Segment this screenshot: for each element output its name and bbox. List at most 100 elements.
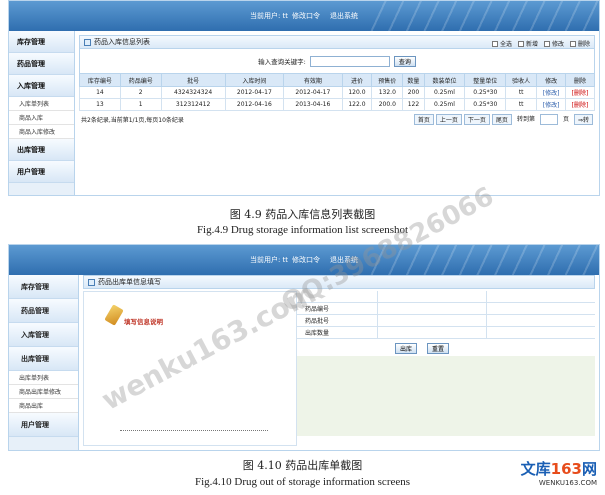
goto-button[interactable]: ⇒转: [573, 113, 593, 125]
table-header-row: 库存编号 药品编号 批号 入库时间 有效期 进价 预售价 数量 数装单位 整量单…: [79, 73, 595, 87]
search-input[interactable]: [309, 55, 390, 67]
sidebar-item-users[interactable]: 用户管理: [9, 161, 74, 183]
sidebar-item-inventory[interactable]: 库存管理: [9, 31, 74, 53]
goto-page-input[interactable]: [539, 113, 558, 125]
form-row: 药品批号: [297, 315, 595, 327]
field-label-quantity: 出库数量: [305, 330, 330, 337]
last-page-button[interactable]: 尾页: [491, 113, 512, 125]
topbar-decoration: [369, 245, 599, 275]
form-row-empty: [297, 291, 595, 303]
delete-button[interactable]: 删除: [569, 39, 590, 48]
cell: 2012-04-17: [224, 86, 285, 99]
submit-stock-out-button[interactable]: 出库: [395, 343, 418, 354]
form-buttons: 出库 重置: [297, 339, 595, 354]
reset-button[interactable]: 重置: [427, 343, 450, 354]
search-label: 输入查询关键字:: [258, 58, 306, 66]
add-button[interactable]: 新增: [517, 39, 538, 48]
sidebar-subitem-stock-out-list[interactable]: 出库单列表: [9, 371, 78, 385]
sidebar-item-stock-out[interactable]: 出库管理: [9, 347, 78, 371]
panel-header: 药品出库单信息填写: [83, 275, 595, 289]
first-page-button[interactable]: 首页: [413, 113, 434, 125]
current-user-label: 当前用户: tt: [249, 12, 289, 20]
drug-id-field[interactable]: [377, 303, 486, 314]
sidebar-subitem-stock-in-add[interactable]: 商品入库: [9, 111, 74, 125]
row-edit-link[interactable]: [修改]: [536, 98, 567, 111]
cell: 2013-04-16: [283, 98, 343, 111]
sidebar-subitem-stock-in-edit[interactable]: 商品入库修改: [9, 125, 74, 139]
logout-link[interactable]: 退出系统: [330, 11, 358, 21]
col-header: 数装单位: [423, 73, 466, 87]
next-page-button[interactable]: 下一页: [463, 113, 490, 125]
cell: 122.0: [341, 98, 373, 111]
row-edit-link[interactable]: [修改]: [536, 86, 567, 99]
sidebar-subitem-stock-out-edit[interactable]: 商品出库单修改: [9, 385, 78, 399]
cell: 2: [119, 86, 162, 99]
col-header: 药品编号: [119, 73, 162, 87]
logo-number: 163: [550, 460, 582, 478]
col-header: 验收人: [505, 73, 538, 87]
stock-in-table: 库存编号 药品编号 批号 入库时间 有效期 进价 预售价 数量 数装单位 整量单…: [79, 73, 595, 111]
prev-page-button[interactable]: 上一页: [435, 113, 462, 125]
form-background: [297, 356, 595, 436]
batch-no-field[interactable]: [377, 315, 486, 326]
sidebar-item-inventory[interactable]: 库存管理: [9, 275, 78, 299]
cell: tt: [505, 86, 538, 99]
inventory-list-screenshot: 当前用户: tt 修改口令 退出系统 库存管理 药品管理 入库管理 入库单列表 …: [8, 0, 600, 196]
sidebar-subitem-stock-out-add[interactable]: 商品出库: [9, 399, 78, 413]
form-row: 药品编号: [297, 303, 595, 315]
sidebar-item-users[interactable]: 用户管理: [9, 413, 78, 437]
panel-header: 药品入库信息列表 全选 新增 修改 删除: [79, 35, 595, 49]
main-panel: 药品出库单信息填写 填写信息说明 药品编号 药品批号 出库数量 出库 重置: [83, 275, 595, 446]
table-row: 14 2 4324324324 2012-04-17 2012-04-17 12…: [79, 86, 595, 99]
sidebar-item-stock-in[interactable]: 入库管理: [9, 323, 78, 347]
toolbar: 全选 新增 修改 删除: [491, 39, 590, 48]
change-password-link[interactable]: 修改口令: [292, 11, 320, 21]
dotted-divider: [120, 430, 268, 431]
select-all-button[interactable]: 全选: [491, 39, 512, 48]
logout-link[interactable]: 退出系统: [330, 255, 358, 265]
col-header: 入库时间: [224, 73, 285, 87]
col-header: 有效期: [283, 73, 343, 87]
cell: 0.25ml: [423, 98, 466, 111]
sidebar-subitem-stock-in-list[interactable]: 入库单列表: [9, 97, 74, 111]
sidebar-item-stock-out[interactable]: 出库管理: [9, 139, 74, 161]
sidebar-item-drugs[interactable]: 药品管理: [9, 53, 74, 75]
checkbox-icon: [491, 40, 498, 47]
row-delete-link[interactable]: [删除]: [565, 98, 595, 111]
logo-suffix: 网: [581, 460, 597, 478]
add-icon: [517, 40, 524, 47]
cell: 312312412: [160, 98, 226, 111]
sidebar-item-stock-in[interactable]: 入库管理: [9, 75, 74, 97]
edit-icon: [543, 40, 550, 47]
form-row: 出库数量: [297, 327, 595, 339]
row-delete-link[interactable]: [删除]: [565, 86, 595, 99]
logo-brand: 文库: [520, 460, 551, 478]
col-header: 整量单位: [464, 73, 507, 87]
cell: 4324324324: [160, 86, 226, 99]
note-title: 填写信息说明: [124, 318, 163, 326]
field-label-batch-no: 药品批号: [305, 318, 330, 325]
sidebar: 库存管理 药品管理 入库管理 入库单列表 商品入库 商品入库修改 出库管理 用户…: [9, 31, 75, 195]
col-header: 删除: [565, 73, 595, 87]
cell: 0.25*30: [464, 98, 507, 111]
pager-summary: 共2条纪录,当前第1/1页,每页10条纪录: [81, 116, 184, 124]
cell: 2012-04-16: [224, 98, 285, 111]
figure2-caption-cn: 图 4.10 药品出库单截图: [242, 459, 363, 472]
col-header: 数量: [402, 73, 425, 87]
panel-title: 药品出库单信息填写: [98, 278, 161, 286]
pager: 共2条纪录,当前第1/1页,每页10条纪录 首页 上一页 下一页 尾页 转到第 …: [79, 113, 595, 125]
cell: 0.25ml: [423, 86, 466, 99]
main-panel: 药品入库信息列表 全选 新增 修改 删除 输入查询关键字: 查询 库存编号 药品…: [79, 35, 595, 191]
field-label-drug-id: 药品编号: [305, 306, 330, 313]
list-icon: [84, 38, 91, 46]
goto-label: 转到第: [516, 115, 535, 123]
cell: 13: [79, 98, 121, 111]
cell: 14: [79, 86, 121, 99]
search-button[interactable]: 查询: [393, 55, 416, 67]
edit-button[interactable]: 修改: [543, 39, 564, 48]
panel-title: 药品入库信息列表: [94, 38, 150, 46]
pencil-icon: [104, 304, 124, 326]
change-password-link[interactable]: 修改口令: [292, 255, 320, 265]
sidebar-item-drugs[interactable]: 药品管理: [9, 299, 78, 323]
quantity-field[interactable]: [377, 327, 486, 338]
